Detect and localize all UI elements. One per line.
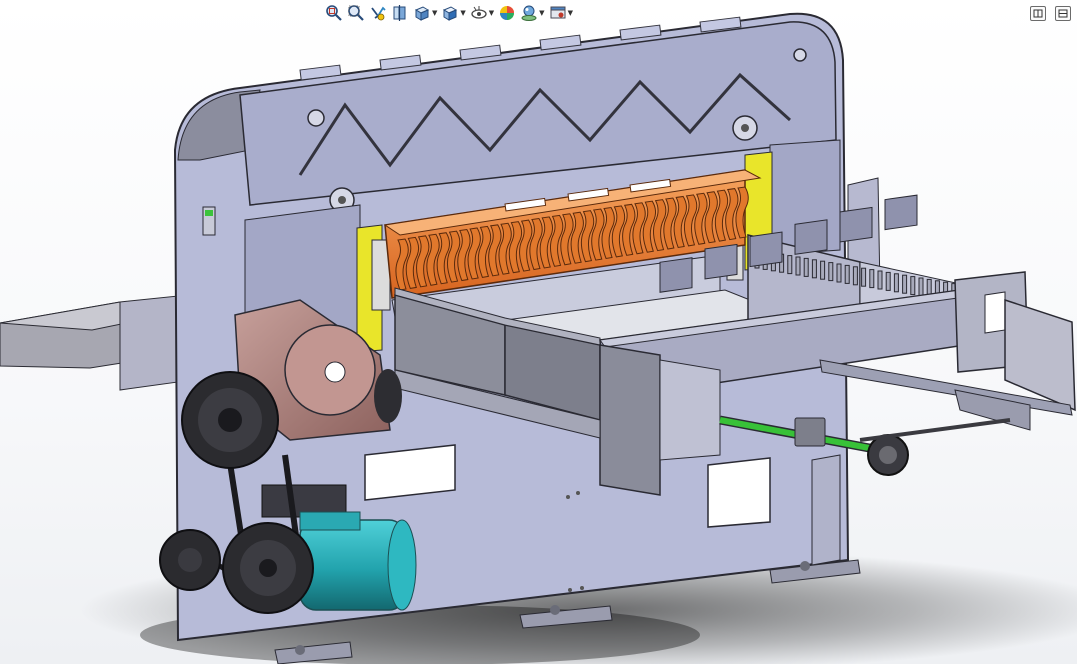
chevron-down-icon: ▼	[432, 8, 438, 17]
window-split-button[interactable]	[1055, 6, 1071, 21]
gauge-comb-tooth	[795, 256, 801, 276]
edit-appearance-icon	[500, 6, 515, 20]
motor	[299, 511, 417, 611]
gauge-comb-tooth	[852, 266, 858, 286]
display-style-icon	[443, 6, 458, 21]
section-view-icon	[393, 5, 406, 21]
gauge-comb-tooth	[811, 259, 817, 279]
chevron-down-icon: ▼	[539, 8, 545, 17]
hide-show-items-button[interactable]: ▼	[469, 3, 495, 23]
chevron-down-icon: ▼	[567, 8, 573, 17]
graphics-viewport[interactable]: ▼ ▼ ▼ ▼ ▼	[0, 0, 1077, 664]
heads-up-view-toolbar: ▼ ▼ ▼ ▼ ▼	[324, 2, 574, 24]
view-settings-icon	[550, 6, 566, 19]
gauge-comb-tooth	[836, 263, 842, 283]
gauge-comb-tooth	[820, 260, 826, 280]
window-restore-icon	[1033, 9, 1043, 18]
left-side-table	[0, 295, 206, 391]
gauge-comb-tooth	[910, 276, 916, 296]
view-settings-button[interactable]: ▼	[548, 3, 574, 23]
gauge-comb-tooth	[803, 257, 809, 277]
gauge-comb-tooth	[861, 267, 867, 287]
window-restore-button[interactable]	[1030, 6, 1046, 21]
previous-view-icon	[371, 6, 386, 21]
gauge-comb-tooth	[902, 274, 908, 294]
gauge-comb-tooth	[828, 262, 834, 282]
hide-show-items-icon	[471, 6, 487, 19]
gauge-comb-tooth	[893, 273, 899, 293]
zoom-to-area-button[interactable]	[346, 3, 366, 23]
apply-scene-button[interactable]: ▼	[519, 3, 545, 23]
view-orientation-button[interactable]: ▼	[412, 3, 438, 23]
gauge-comb-tooth	[877, 270, 883, 290]
gauge-comb-tooth	[844, 264, 850, 284]
zoom-to-fit-button[interactable]	[324, 3, 344, 23]
apply-scene-icon	[521, 5, 537, 21]
window-split-icon	[1058, 9, 1068, 18]
zoom-to-fit-icon	[326, 5, 342, 21]
viewport-window-controls	[1030, 6, 1071, 21]
3d-model-paper-cutter[interactable]	[0, 0, 1077, 664]
chevron-down-icon: ▼	[460, 8, 466, 17]
section-view-button[interactable]	[390, 3, 410, 23]
zoom-to-area-icon	[348, 5, 364, 21]
gauge-comb-tooth	[885, 271, 891, 291]
gauge-comb-tooth	[869, 269, 875, 289]
display-style-button[interactable]: ▼	[440, 3, 466, 23]
chevron-down-icon: ▼	[488, 8, 495, 17]
edit-appearance-button[interactable]	[497, 3, 517, 23]
gauge-comb-tooth	[918, 277, 924, 297]
gauge-comb-tooth	[787, 255, 793, 275]
view-orientation-icon	[414, 6, 430, 21]
previous-view-button[interactable]	[368, 3, 388, 23]
